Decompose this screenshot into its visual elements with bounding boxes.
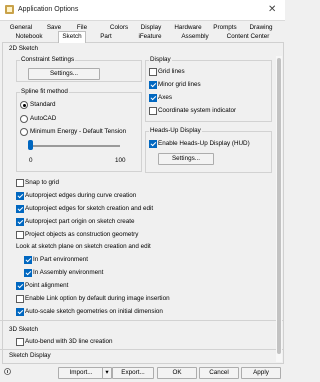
- display-label: Display: [149, 56, 172, 63]
- import-dropdown-icon[interactable]: ▾: [102, 367, 112, 379]
- heads-up-display-group: [145, 131, 272, 173]
- coordinate-indicator-checkbox[interactable]: [149, 107, 157, 115]
- spline-autocad-label: AutoCAD: [30, 115, 57, 122]
- window-title: Application Options: [18, 6, 79, 13]
- look-at-part-checkbox[interactable]: [24, 256, 32, 264]
- axes-label: Axes: [158, 94, 172, 101]
- autoproject-curve-checkbox[interactable]: [16, 192, 24, 200]
- spline-standard-label: Standard: [30, 101, 56, 108]
- auto-scale-label: Auto-scale sketch geometries on initial …: [25, 308, 163, 315]
- title-bar: Application Options ✕: [0, 0, 285, 21]
- enable-hud-label: Enable Heads-Up Display (HUD): [158, 140, 250, 147]
- section-sketch-display: Sketch Display: [9, 352, 51, 359]
- enable-link-checkbox[interactable]: [16, 295, 24, 303]
- look-at-assembly-checkbox[interactable]: [24, 269, 32, 277]
- auto-scale-checkbox[interactable]: [16, 308, 24, 316]
- snap-to-grid-label: Snap to grid: [25, 179, 59, 186]
- tab-assembly[interactable]: Assembly: [180, 32, 210, 42]
- import-button[interactable]: Import...: [58, 367, 104, 379]
- point-alignment-label: Point alignment: [25, 282, 69, 289]
- autoproject-curve-label: Autoproject edges during curve creation: [25, 192, 137, 199]
- hud-settings-button[interactable]: Settings...: [158, 153, 214, 165]
- tab-content-center[interactable]: Content Center: [226, 32, 270, 42]
- ok-button[interactable]: OK: [157, 367, 197, 379]
- project-construction-label: Project objects as construction geometry: [25, 231, 139, 238]
- tab-strip: General Save File Colors Display Hardwar…: [0, 20, 285, 43]
- minor-grid-lines-label: Minor grid lines: [158, 81, 201, 88]
- coordinate-indicator-label: Coordinate system indicator: [158, 107, 237, 114]
- tension-slider-thumb[interactable]: [28, 140, 33, 150]
- auto-bend-checkbox[interactable]: [16, 338, 24, 346]
- autoproject-origin-checkbox[interactable]: [16, 218, 24, 226]
- enable-link-label: Enable Link option by default during ima…: [25, 295, 170, 302]
- spline-autocad-radio[interactable]: [20, 115, 28, 123]
- autoproject-origin-label: Autoproject part origin on sketch create: [25, 218, 135, 225]
- section-divider-display: [0, 349, 283, 350]
- app-icon: [5, 5, 14, 14]
- project-construction-checkbox[interactable]: [16, 231, 24, 239]
- auto-bend-label: Auto-bend with 3D line creation: [25, 338, 113, 345]
- minor-grid-lines-checkbox[interactable]: [149, 81, 157, 89]
- spline-min-energy-label: Minimum Energy - Default Tension: [30, 128, 127, 135]
- tab-ifeature[interactable]: iFeature: [137, 32, 163, 42]
- spline-min-energy-radio[interactable]: [20, 128, 28, 136]
- constraint-settings-label: Constraint Settings: [20, 56, 76, 63]
- section-divider-3d: [0, 320, 283, 321]
- look-at-part-label: In Part environment: [33, 256, 88, 263]
- spline-standard-radio[interactable]: [20, 101, 28, 109]
- slider-max-label: 100: [115, 157, 126, 164]
- help-icon[interactable]: [4, 368, 11, 377]
- slider-min-label: 0: [29, 157, 33, 164]
- look-at-label: Look at sketch plane on sketch creation …: [16, 243, 151, 250]
- autoproject-sketch-checkbox[interactable]: [16, 205, 24, 213]
- snap-to-grid-checkbox[interactable]: [16, 179, 24, 187]
- close-icon[interactable]: ✕: [268, 4, 276, 15]
- point-alignment-checkbox[interactable]: [16, 282, 24, 290]
- tab-notebook[interactable]: Notebook: [14, 32, 44, 42]
- constraint-settings-button[interactable]: Settings...: [28, 68, 100, 80]
- enable-hud-checkbox[interactable]: [149, 140, 157, 148]
- grid-lines-checkbox[interactable]: [149, 68, 157, 76]
- section-3d-sketch: 3D Sketch: [9, 326, 39, 333]
- tab-part[interactable]: Part: [98, 32, 114, 42]
- heads-up-display-label: Heads-Up Display: [149, 127, 202, 134]
- scrollbar-thumb[interactable]: [277, 58, 281, 354]
- tab-sketch[interactable]: Sketch: [58, 31, 86, 43]
- apply-button[interactable]: Apply: [241, 367, 281, 379]
- tension-slider-track: [30, 145, 120, 147]
- export-button[interactable]: Export...: [112, 367, 154, 379]
- autoproject-sketch-label: Autoproject edges for sketch creation an…: [25, 205, 154, 212]
- section-2d-sketch: 2D Sketch: [9, 45, 39, 52]
- cancel-button[interactable]: Cancel: [199, 367, 239, 379]
- axes-checkbox[interactable]: [149, 94, 157, 102]
- grid-lines-label: Grid lines: [158, 68, 185, 75]
- spline-fit-label: Spline fit method: [20, 88, 69, 95]
- look-at-assembly-label: In Assembly environment: [33, 269, 104, 276]
